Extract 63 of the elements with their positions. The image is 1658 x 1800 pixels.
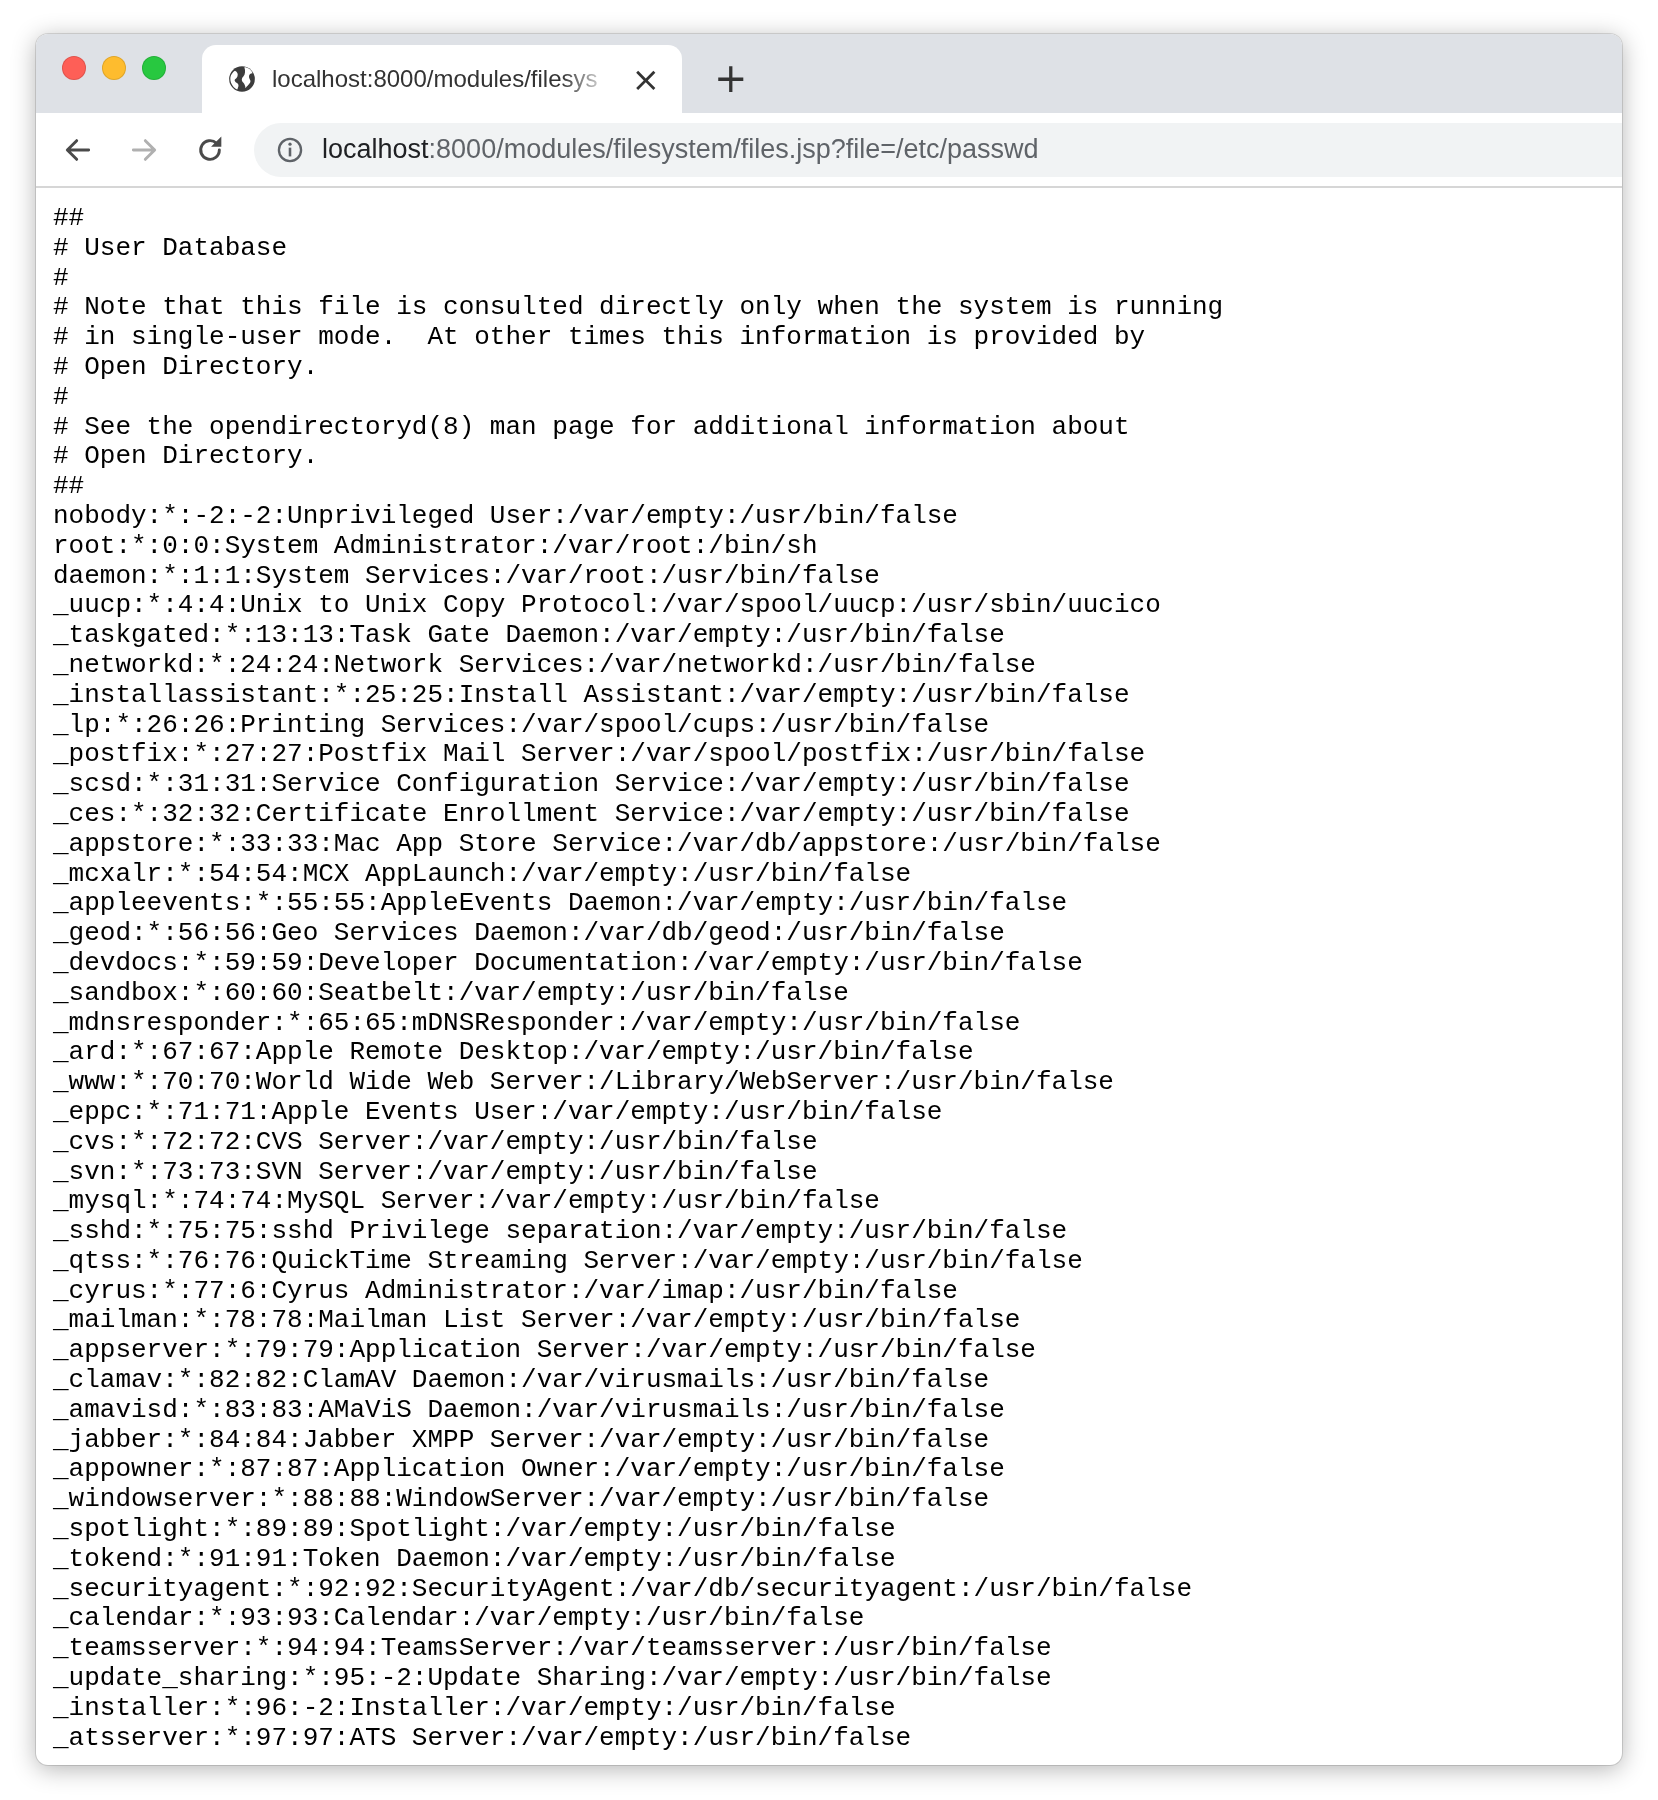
text-line: _cyrus:*:77:6:Cyrus Administrator:/var/imap:/usr/bin/false	[53, 1276, 958, 1307]
text-line: _ces:*:32:32:Certificate Enrollment Service:/var/empty:/usr/bin/false	[53, 799, 1130, 830]
text-line: _appstore:*:33:33:Mac App Store Service:/var/db/appstore:/usr/bin/false	[53, 829, 1161, 860]
text-line: _networkd:*:24:24:Network Services:/var/networkd:/usr/bin/false	[53, 650, 1036, 681]
text-line: # in single-user mode. At other times this information is provided by	[53, 323, 1146, 353]
text-line: #	[53, 263, 69, 294]
text-line: _mailman:*:78:78:Mailman List Server:/var/empty:/usr/bin/false	[53, 1306, 1021, 1337]
info-icon[interactable]	[276, 135, 304, 164]
text-line: # See the opendirectoryd(8) man page for additional information about	[53, 412, 1130, 443]
text-line: _geod:*:56:56:Geo Services Daemon:/var/db/geod:/usr/bin/false	[53, 919, 1005, 949]
text-line: _scsd:*:31:31:Service Configuration Service:/var/empty:/usr/bin/false	[53, 770, 1130, 800]
text-line: # Note that this file is consulted directly only when the system is running	[53, 293, 1224, 324]
text-line: #	[53, 382, 69, 413]
text-line: _mdnsresponder:*:65:65:mDNSResponder:/var/empty:/usr/bin/false	[53, 1008, 1021, 1039]
text-line: _atsserver:*:97:97:ATS Server:/var/empty:/usr/bin/false	[53, 1723, 912, 1754]
tab-close-button[interactable]: ×	[627, 62, 664, 96]
text-line: _spotlight:*:89:89:Spotlight:/var/empty:/usr/bin/false	[53, 1515, 896, 1545]
text-line: _uucp:*:4:4:Unix to Unix Copy Protocol:/var/spool/uucp:/usr/sbin/uucico	[53, 591, 1161, 622]
text-line: _lp:*:26:26:Printing Services:/var/spool/cups:/usr/bin/false	[53, 710, 990, 741]
address-bar[interactable]: localhost:8000/modules/filesystem/files.jsp?file=/etc/passwd	[254, 122, 1622, 177]
new-tab-button[interactable]: +	[708, 57, 754, 98]
text-line: _postfix:*:27:27:Postfix Mail Server:/var/spool/postfix:/usr/bin/false	[53, 740, 1146, 771]
text-line: root:*:0:0:System Administrator:/var/root:/bin/sh	[53, 531, 818, 562]
globe-icon	[228, 65, 256, 93]
text-line: _eppc:*:71:71:Apple Events User:/var/empty:/usr/bin/false	[53, 1097, 943, 1128]
text-line: _mysql:*:74:74:MySQL Server:/var/empty:/usr/bin/false	[53, 1187, 880, 1218]
url-text: localhost:8000/modules/filesystem/files.jsp?file=/etc/passwd	[322, 134, 1039, 165]
tab-title: localhost:8000/modules/filesys	[272, 65, 599, 93]
text-line: _sandbox:*:60:60:Seatbelt:/var/empty:/usr/bin/false	[53, 978, 849, 1009]
text-line: nobody:*:-2:-2:Unprivileged User:/var/empty:/usr/bin/false	[53, 501, 958, 532]
text-line: _sshd:*:75:75:sshd Privilege separation:/var/empty:/usr/bin/false	[53, 1217, 1068, 1247]
text-line: _www:*:70:70:World Wide Web Server:/Library/WebServer:/usr/bin/false	[53, 1068, 1114, 1098]
text-line: _installassistant:*:25:25:Install Assistant:/var/empty:/usr/bin/false	[53, 680, 1130, 711]
text-line: _jabber:*:84:84:Jabber XMPP Server:/var/empty:/usr/bin/false	[53, 1425, 990, 1456]
text-line: daemon:*:1:1:System Services:/var/root:/usr/bin/false	[53, 561, 880, 592]
window-control-button[interactable]	[142, 55, 166, 80]
text-line: _qtss:*:76:76:QuickTime Streaming Server:/var/empty:/usr/bin/false	[53, 1246, 1083, 1277]
text-line: _ard:*:67:67:Apple Remote Desktop:/var/empty:/usr/bin/false	[53, 1038, 974, 1069]
text-line: _clamav:*:82:82:ClamAV Daemon:/var/virusmails:/usr/bin/false	[53, 1366, 990, 1396]
browser-tab[interactable]: localhost:8000/modules/filesys ×	[202, 45, 682, 113]
text-line: _securityagent:*:92:92:SecurityAgent:/var/db/securityagent:/usr/bin/false	[53, 1574, 1192, 1605]
text-line: _appserver:*:79:79:Application Server:/var/empty:/usr/bin/false	[53, 1336, 1036, 1367]
text-line: _windowserver:*:88:88:WindowServer:/var/empty:/usr/bin/false	[53, 1485, 990, 1516]
text-line: ##	[53, 472, 85, 502]
text-line: _installer:*:96:-2:Installer:/var/empty:/usr/bin/false	[53, 1693, 896, 1724]
text-line: _appleevents:*:55:55:AppleEvents Daemon:/var/empty:/usr/bin/false	[53, 889, 1068, 920]
text-line: _devdocs:*:59:59:Developer Documentation:/var/empty:/usr/bin/false	[53, 948, 1083, 979]
text-line: _amavisd:*:83:83:AMaViS Daemon:/var/virusmails:/usr/bin/false	[53, 1395, 1005, 1426]
text-line: # Open Directory.	[53, 442, 319, 473]
text-line: _tokend:*:91:91:Token Daemon:/var/empty:/usr/bin/false	[53, 1544, 896, 1575]
text-line: _update_sharing:*:95:-2:Update Sharing:/var/empty:/usr/bin/false	[53, 1664, 1052, 1694]
text-line: _mcxalr:*:54:54:MCX AppLaunch:/var/empty:/usr/bin/false	[53, 859, 912, 890]
text-line: _taskgated:*:13:13:Task Gate Daemon:/var/empty:/usr/bin/false	[53, 621, 1005, 651]
text-line: _calendar:*:93:93:Calendar:/var/empty:/usr/bin/false	[53, 1604, 865, 1635]
text-line: # Open Directory.	[53, 353, 319, 383]
window-control-button[interactable]	[102, 55, 126, 80]
window-control-button[interactable]	[62, 55, 86, 80]
text-line: _teamsserver:*:94:94:TeamsServer:/var/teamsserver:/usr/bin/false	[53, 1634, 1052, 1665]
text-line: _svn:*:73:73:SVN Server:/var/empty:/usr/bin/false	[53, 1157, 818, 1188]
text-line: # User Database	[53, 233, 288, 264]
text-line: ##	[53, 204, 85, 234]
text-line: _appowner:*:87:87:Application Owner:/var/empty:/usr/bin/false	[53, 1455, 1005, 1486]
text-line: _cvs:*:72:72:CVS Server:/var/empty:/usr/bin/false	[53, 1127, 818, 1158]
